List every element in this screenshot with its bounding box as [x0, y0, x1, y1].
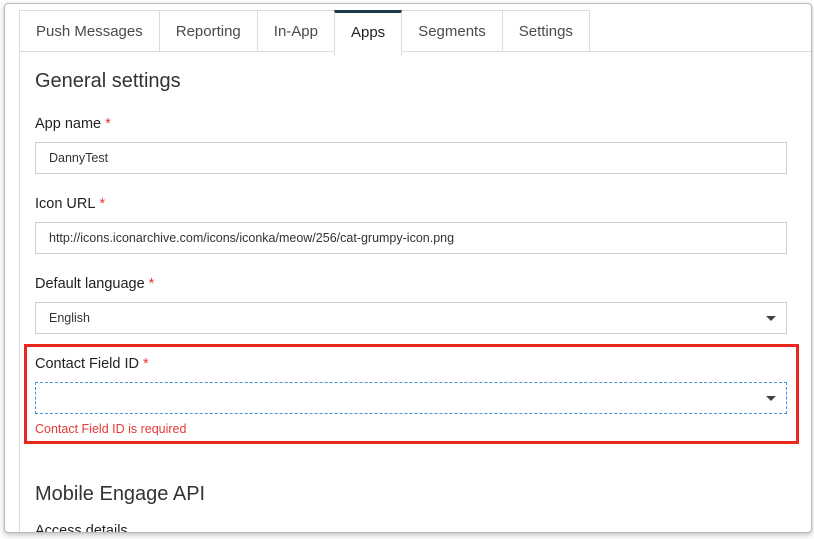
app-name-input[interactable]: DannyTest	[35, 142, 787, 174]
tab-settings[interactable]: Settings	[501, 10, 590, 51]
default-language-label: Default language *	[35, 276, 154, 292]
icon-url-label-text: Icon URL	[35, 196, 96, 212]
required-marker: *	[99, 196, 106, 212]
tab-push-messages[interactable]: Push Messages	[19, 10, 160, 51]
chevron-down-icon	[766, 316, 776, 321]
general-settings-heading: General settings	[35, 70, 181, 92]
default-language-label-text: Default language	[35, 276, 145, 292]
tab-in-app[interactable]: In-App	[256, 10, 335, 51]
tab-segments[interactable]: Segments	[401, 10, 503, 51]
required-marker: *	[105, 116, 111, 132]
required-marker: *	[148, 276, 155, 292]
default-language-value: English	[49, 311, 90, 325]
annotation-highlight-box	[24, 344, 799, 444]
tab-apps[interactable]: Apps	[333, 10, 403, 56]
app-window: Push Messages Reporting In-App Apps Segm…	[4, 3, 812, 533]
icon-url-input[interactable]: http://icons.iconarchive.com/icons/iconk…	[35, 222, 787, 254]
app-name-label-text: App name	[35, 116, 102, 132]
icon-url-label: Icon URL *	[35, 196, 105, 212]
app-name-label: App name *	[35, 116, 111, 132]
access-details-label: Access details	[35, 523, 128, 533]
tab-reporting[interactable]: Reporting	[158, 10, 258, 51]
tab-bar: Push Messages Reporting In-App Apps Segm…	[19, 10, 590, 56]
default-language-select[interactable]: English	[35, 302, 787, 334]
mobile-engage-api-heading: Mobile Engage API	[35, 483, 206, 505]
